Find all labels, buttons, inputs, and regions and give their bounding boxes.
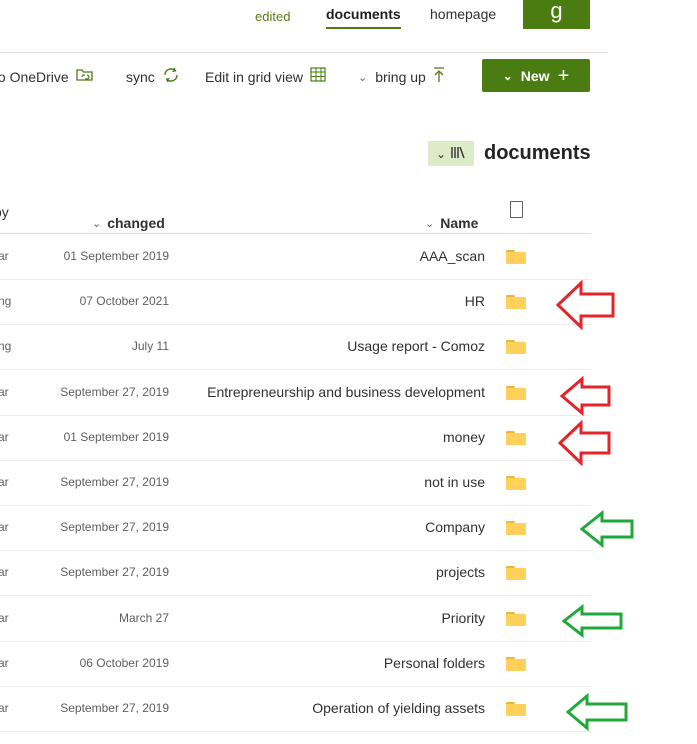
file-name-link[interactable]: Entrepreneurship and business developmen…	[207, 384, 485, 400]
red-arrow-annotation	[556, 280, 615, 330]
folder-icon	[506, 611, 526, 626]
table-row[interactable]: ng 07 October 2021 HR	[0, 279, 591, 326]
file-name-link[interactable]: Priority	[441, 610, 485, 626]
modified-by-cell: ar	[0, 249, 9, 263]
plus-icon: +	[557, 64, 570, 87]
file-name-link[interactable]: HR	[465, 293, 485, 309]
grid-icon	[310, 67, 326, 86]
changed-date-cell: September 27, 2019	[60, 475, 169, 489]
chevron-down-icon: ⌄	[425, 217, 435, 230]
modified-by-cell: ng	[0, 339, 12, 354]
file-name-link[interactable]: Personal folders	[384, 655, 485, 671]
folder-icon	[506, 521, 526, 536]
folder-icon	[506, 385, 526, 400]
command-bar: to OneDrive sync Edit in grid view ⌄ bri…	[0, 53, 697, 99]
folder-icon	[506, 340, 526, 355]
edit-grid-label: Edit in grid view	[205, 68, 304, 85]
onedrive-label: to OneDrive	[0, 68, 69, 85]
sync-label: sync	[126, 69, 155, 85]
site-tab-button[interactable]: g	[523, 0, 590, 29]
chevron-down-icon: ⌄	[502, 68, 513, 83]
modified-by-cell: ar	[0, 520, 9, 535]
file-name-link[interactable]: Operation of yielding assets	[312, 700, 485, 716]
name-header-label: Name	[440, 215, 479, 231]
edit-grid-view-button[interactable]: Edit in grid view	[205, 67, 326, 86]
table-row[interactable]: ar September 27, 2019 Entrepreneurship and…	[0, 370, 591, 416]
changed-date-cell: September 27, 2019	[60, 701, 169, 715]
green-arrow-annotation	[562, 604, 623, 638]
sync-icon	[162, 67, 180, 87]
file-name-link[interactable]: AAA_scan	[420, 248, 485, 264]
folder-icon	[506, 702, 526, 716]
chevron-down-icon: ⌄	[358, 71, 368, 84]
changed-date-cell: 01 September 2019	[63, 249, 169, 263]
nav-documents[interactable]: documents	[326, 6, 401, 22]
table-row[interactable]: ar 01 September 2019 money	[0, 415, 591, 461]
changed-date-cell: July 11	[131, 339, 169, 354]
file-name-link[interactable]: projects	[436, 564, 485, 580]
file-type-header-icon[interactable]	[510, 201, 523, 218]
file-name-link[interactable]: not in use	[424, 474, 485, 490]
green-arrow-annotation	[566, 693, 628, 731]
new-label: New	[520, 67, 550, 84]
file-name-link[interactable]: money	[443, 429, 485, 445]
folder-icon	[506, 250, 526, 264]
file-name-link[interactable]: Company	[425, 519, 485, 535]
table-row[interactable]: ar September 27, 2019 Operation of yieldin…	[0, 686, 591, 732]
changed-date-cell: September 27, 2019	[60, 520, 169, 535]
modified-by-cell: ar	[0, 429, 9, 444]
modified-by-cell: ar	[0, 565, 9, 580]
onedrive-shortcut-button[interactable]: to OneDrive	[0, 67, 93, 86]
upload-icon	[433, 67, 445, 87]
table-row[interactable]: ar September 27, 2019 projects	[0, 550, 591, 597]
folder-icon	[506, 656, 526, 671]
table-row[interactable]: ar 01 September 2019 AAA_scan	[0, 234, 591, 280]
library-icon	[450, 146, 466, 162]
table-row[interactable]: ar March 27 Priority	[0, 596, 591, 642]
changed-date-cell: 06 October 2019	[79, 655, 169, 670]
table-row[interactable]: ar September 27, 2019 Company	[0, 505, 591, 552]
table-row[interactable]: ng July 11 Usage report - Comoz	[0, 324, 591, 371]
chevron-down-icon: ⌄	[435, 146, 447, 161]
red-arrow-annotation	[558, 420, 611, 466]
changed-date-cell: September 27, 2019	[60, 384, 169, 399]
changed-date-cell: 01 September 2019	[63, 429, 169, 444]
folder-icon	[506, 476, 526, 490]
library-title: documents	[484, 142, 591, 164]
green-arrow-annotation	[580, 510, 634, 548]
folder-icon	[506, 295, 526, 310]
changed-date-cell: 07 October 2021	[79, 294, 169, 309]
folder-icon	[506, 566, 526, 581]
nav-edited[interactable]: edited	[255, 9, 290, 24]
bring-up-button[interactable]: ⌄ bring up	[358, 67, 445, 87]
modified-by-cell: ng	[0, 294, 12, 309]
folder-icon	[506, 430, 526, 445]
nav-active-indicator	[326, 27, 401, 29]
changed-date-cell: March 27	[118, 610, 169, 625]
sync-button[interactable]: sync	[126, 67, 180, 87]
file-name-link[interactable]: Usage report - Comoz	[347, 338, 485, 354]
nav-homepage[interactable]: homepage	[430, 6, 496, 22]
changed-header-label: changed	[107, 215, 165, 231]
chevron-down-icon: ⌄	[92, 217, 102, 230]
modified-by-cell: ar	[0, 655, 9, 670]
table-row[interactable]: ar 06 October 2019 Personal folders	[0, 641, 591, 687]
view-switcher-button[interactable]: ⌄	[428, 141, 474, 166]
top-navigation: edited documents homepage g	[0, 0, 697, 52]
modified-by-cell: ar	[0, 384, 9, 399]
modified-by-cell: ar	[0, 475, 9, 489]
onedrive-link-icon	[76, 67, 93, 86]
red-arrow-annotation	[560, 376, 611, 416]
changed-date-cell: September 27, 2019	[60, 565, 169, 580]
bring-up-label: bring up	[375, 69, 426, 85]
modified-by-cell: ar	[0, 701, 9, 715]
modified-by-cell: ar	[0, 610, 9, 625]
table-row[interactable]: ar September 27, 2019 not in use	[0, 460, 591, 506]
new-button[interactable]: ⌄ New +	[482, 59, 590, 92]
